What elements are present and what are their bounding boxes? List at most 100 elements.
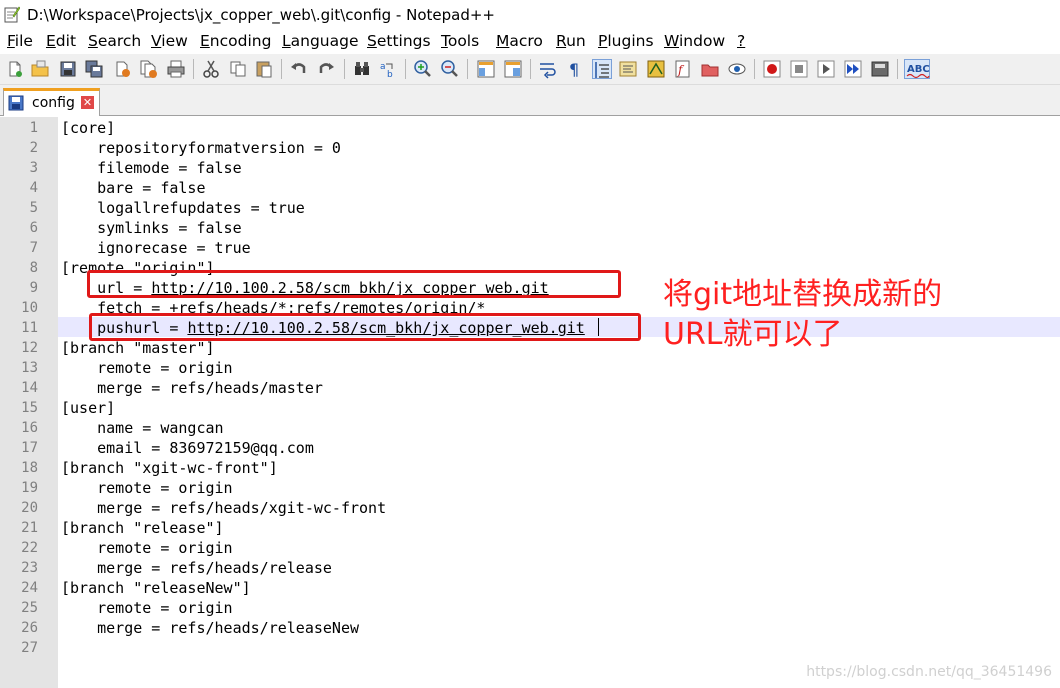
close-all-icon[interactable] <box>138 59 158 79</box>
indent-guide-icon[interactable] <box>592 59 612 79</box>
code-line[interactable]: remote = origin <box>61 538 232 558</box>
menu-edit[interactable]: Edit <box>46 32 76 50</box>
menu-encoding[interactable]: Encoding <box>200 32 271 50</box>
line-number: 15 <box>21 400 38 416</box>
code-line[interactable]: repositoryformatversion = 0 <box>61 138 341 158</box>
line-number: 5 <box>29 200 38 216</box>
menu-help[interactable]: ? <box>737 32 745 50</box>
code-line[interactable]: [branch "release"] <box>61 518 224 538</box>
cut-icon[interactable] <box>201 59 221 79</box>
user-language-icon[interactable] <box>618 59 638 79</box>
line-number: 3 <box>29 160 38 176</box>
annotation-line-2: URL就可以了 <box>663 317 843 352</box>
code-line[interactable]: name = wangcan <box>61 418 223 438</box>
replace-icon[interactable]: ab <box>378 59 398 79</box>
code-line[interactable]: email = 836972159@qq.com <box>61 438 314 458</box>
line-number: 27 <box>21 640 38 656</box>
line-number: 12 <box>21 340 38 356</box>
menu-macro[interactable]: Macro <box>496 32 543 50</box>
line-number: 4 <box>29 180 38 196</box>
save-macro-icon[interactable] <box>870 59 890 79</box>
code-line[interactable]: filemode = false <box>61 158 242 178</box>
line-number: 2 <box>29 140 38 156</box>
line-number: 9 <box>29 280 38 296</box>
toolbar-separator <box>344 59 345 79</box>
menu-view[interactable]: View <box>151 32 188 50</box>
code-line[interactable]: [core] <box>61 118 115 138</box>
menu-search[interactable]: Search <box>88 32 141 50</box>
menu-tools[interactable]: Tools <box>441 32 479 50</box>
window-title: D:\Workspace\Projects\jx_copper_web\.git… <box>27 6 495 24</box>
stop-recording-icon[interactable] <box>789 59 809 79</box>
editor-area[interactable]: 1 2 3 4 5 6 7 8 9 10 11 12 13 14 15 16 17 18 19 20 21 22 23 24 2… <box>0 117 1060 688</box>
close-icon[interactable] <box>112 59 132 79</box>
line-number: 6 <box>29 220 38 236</box>
toolbar-separator <box>530 59 531 79</box>
line-number: 7 <box>29 240 38 256</box>
tab-close-icon[interactable]: ✕ <box>81 96 94 109</box>
folder-as-workspace-icon[interactable] <box>700 59 720 79</box>
code-line[interactable]: remote = origin <box>61 478 232 498</box>
code-line[interactable]: [branch "master"] <box>61 338 215 358</box>
line-number: 1 <box>29 120 38 136</box>
print-icon[interactable] <box>166 59 186 79</box>
menu-file[interactable]: File <box>7 32 33 50</box>
line-number: 8 <box>29 260 38 276</box>
menu-settings[interactable]: Settings <box>367 32 431 50</box>
code-line[interactable]: logallrefupdates = true <box>61 198 305 218</box>
code-line[interactable]: symlinks = false <box>61 218 242 238</box>
pushurl-highlight-box <box>89 313 641 341</box>
redo-icon[interactable] <box>316 59 336 79</box>
playback-macro-icon[interactable] <box>816 59 836 79</box>
show-all-characters-icon[interactable]: ¶ <box>564 59 584 79</box>
menu-plugins[interactable]: Plugins <box>598 32 654 50</box>
menu-bar: File Edit Search View Encoding Language Settin… <box>0 31 1060 53</box>
spell-check-icon[interactable]: ABC <box>904 59 930 79</box>
sync-vertical-icon[interactable] <box>476 59 496 79</box>
code-line[interactable]: remote = origin <box>61 598 232 618</box>
line-number: 20 <box>21 500 38 516</box>
line-number: 16 <box>21 420 38 436</box>
menu-language[interactable]: Language <box>282 32 359 50</box>
record-macro-icon[interactable] <box>762 59 782 79</box>
menu-run[interactable]: Run <box>556 32 586 50</box>
monitoring-icon[interactable] <box>727 59 747 79</box>
paste-icon[interactable] <box>254 59 274 79</box>
line-number: 19 <box>21 480 38 496</box>
save-icon[interactable] <box>58 59 78 79</box>
function-list-icon[interactable]: f <box>673 59 693 79</box>
line-number: 11 <box>21 320 38 336</box>
copy-icon[interactable] <box>228 59 248 79</box>
find-icon[interactable] <box>352 59 372 79</box>
watermark: https://blog.csdn.net/qq_36451496 <box>806 664 1052 680</box>
sync-horizontal-icon[interactable] <box>503 59 523 79</box>
url-highlight-box <box>87 270 621 298</box>
code-line[interactable]: [branch "releaseNew"] <box>61 578 251 598</box>
toolbar-separator <box>467 59 468 79</box>
line-number: 26 <box>21 620 38 636</box>
undo-icon[interactable] <box>289 59 309 79</box>
word-wrap-icon[interactable] <box>538 59 558 79</box>
save-all-icon[interactable] <box>84 59 104 79</box>
code-line[interactable]: [user] <box>61 398 115 418</box>
zoom-out-icon[interactable] <box>440 59 460 79</box>
tab-label: config <box>32 95 75 111</box>
code-line[interactable]: merge = refs/heads/release <box>61 558 332 578</box>
document-map-icon[interactable] <box>646 59 666 79</box>
line-number: 17 <box>21 440 38 456</box>
run-macro-multiple-icon[interactable] <box>843 59 863 79</box>
new-file-icon[interactable] <box>5 59 25 79</box>
code-line[interactable]: merge = refs/heads/master <box>61 378 323 398</box>
code-line[interactable]: merge = refs/heads/releaseNew <box>61 618 359 638</box>
tab-config[interactable]: config ✕ <box>3 88 100 116</box>
open-file-icon[interactable] <box>30 59 50 79</box>
code-line[interactable]: bare = false <box>61 178 205 198</box>
zoom-in-icon[interactable] <box>413 59 433 79</box>
line-number: 21 <box>21 520 38 536</box>
toolbar-separator <box>754 59 755 79</box>
code-line[interactable]: remote = origin <box>61 358 232 378</box>
code-line[interactable]: merge = refs/heads/xgit-wc-front <box>61 498 386 518</box>
code-line[interactable]: [branch "xgit-wc-front"] <box>61 458 278 478</box>
menu-window[interactable]: Window <box>664 32 725 50</box>
code-line[interactable]: ignorecase = true <box>61 238 251 258</box>
